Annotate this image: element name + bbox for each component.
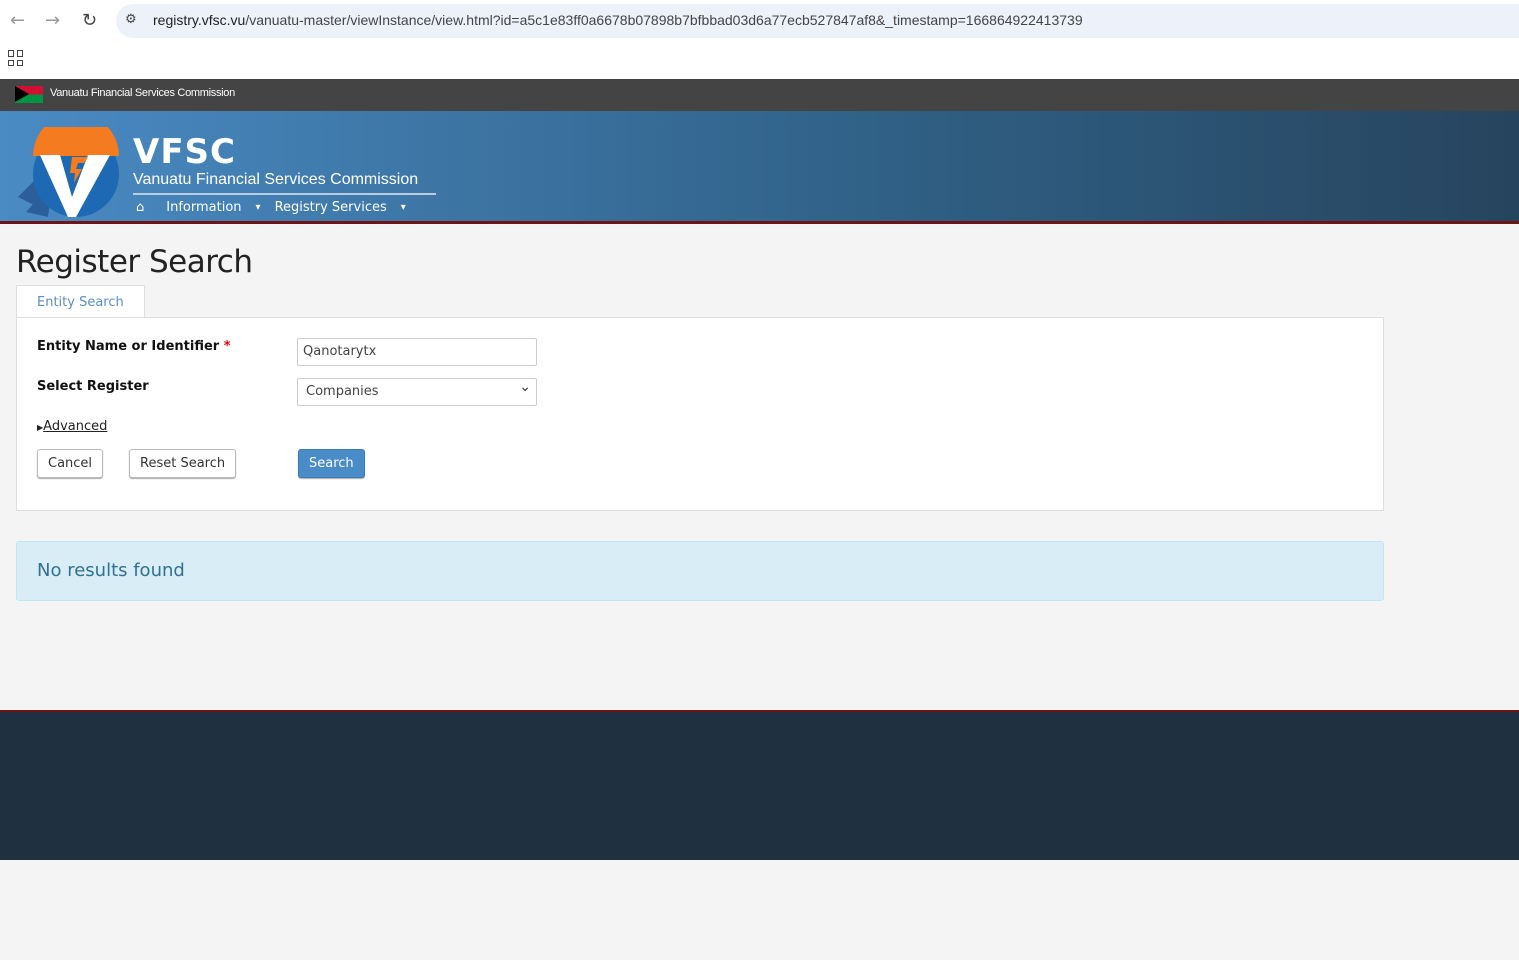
top-bar: Vanuatu Financial Services Commission bbox=[0, 79, 1519, 111]
entity-name-input[interactable]: Qanotarytx bbox=[297, 338, 537, 366]
url-host: registry.vfsc.vu bbox=[153, 12, 246, 28]
address-bar[interactable]: ⚙ registry.vfsc.vu/vanuatu-master/viewIn… bbox=[116, 4, 1519, 38]
site-settings-icon[interactable]: ⚙ bbox=[125, 12, 137, 27]
vanuatu-flag-icon bbox=[15, 86, 43, 103]
nav-information[interactable]: Information bbox=[166, 200, 241, 215]
page-title: Register Search bbox=[16, 244, 253, 280]
site-footer bbox=[0, 710, 1519, 860]
chevron-down-icon[interactable]: ▾ bbox=[401, 202, 406, 213]
reset-search-button[interactable]: Reset Search bbox=[129, 449, 237, 478]
register-select-value: Companies bbox=[306, 384, 379, 399]
vfsc-logo[interactable] bbox=[18, 127, 120, 221]
advanced-link[interactable]: Advanced bbox=[43, 419, 107, 434]
brand-name: Vanuatu Financial Services Commission bbox=[133, 171, 436, 195]
cancel-button[interactable]: Cancel bbox=[37, 449, 104, 478]
register-select[interactable]: Companies bbox=[297, 378, 537, 406]
select-register-label: Select Register bbox=[37, 379, 149, 394]
url-path: /vanuatu-master/viewInstance/view.html?i… bbox=[245, 12, 1083, 28]
browser-chrome: ← → ↻ ⚙ registry.vfsc.vu/vanuatu-master/… bbox=[0, 0, 1519, 79]
top-bar-title: Vanuatu Financial Services Commission bbox=[50, 87, 235, 99]
search-panel: Entity Name or Identifier * Qanotarytx S… bbox=[16, 317, 1384, 511]
site-header: VFSC Vanuatu Financial Services Commissi… bbox=[0, 111, 1519, 224]
apps-icon[interactable] bbox=[8, 50, 24, 66]
chevron-down-icon[interactable]: ▾ bbox=[256, 202, 261, 213]
nav-registry-services[interactable]: Registry Services bbox=[275, 200, 387, 215]
reload-icon[interactable]: ↻ bbox=[82, 10, 97, 31]
main-nav: ⌂ Information ▾ Registry Services ▾ bbox=[136, 200, 420, 215]
tab-entity-search[interactable]: Entity Search bbox=[16, 285, 145, 318]
brand-abbr: VFSC bbox=[133, 132, 236, 172]
back-icon[interactable]: ← bbox=[10, 10, 25, 31]
search-button[interactable]: Search bbox=[298, 449, 365, 478]
forward-icon[interactable]: → bbox=[45, 10, 60, 31]
entity-name-label: Entity Name or Identifier * bbox=[37, 339, 231, 354]
no-results-alert: No results found bbox=[16, 541, 1384, 601]
home-icon[interactable]: ⌂ bbox=[136, 200, 144, 215]
